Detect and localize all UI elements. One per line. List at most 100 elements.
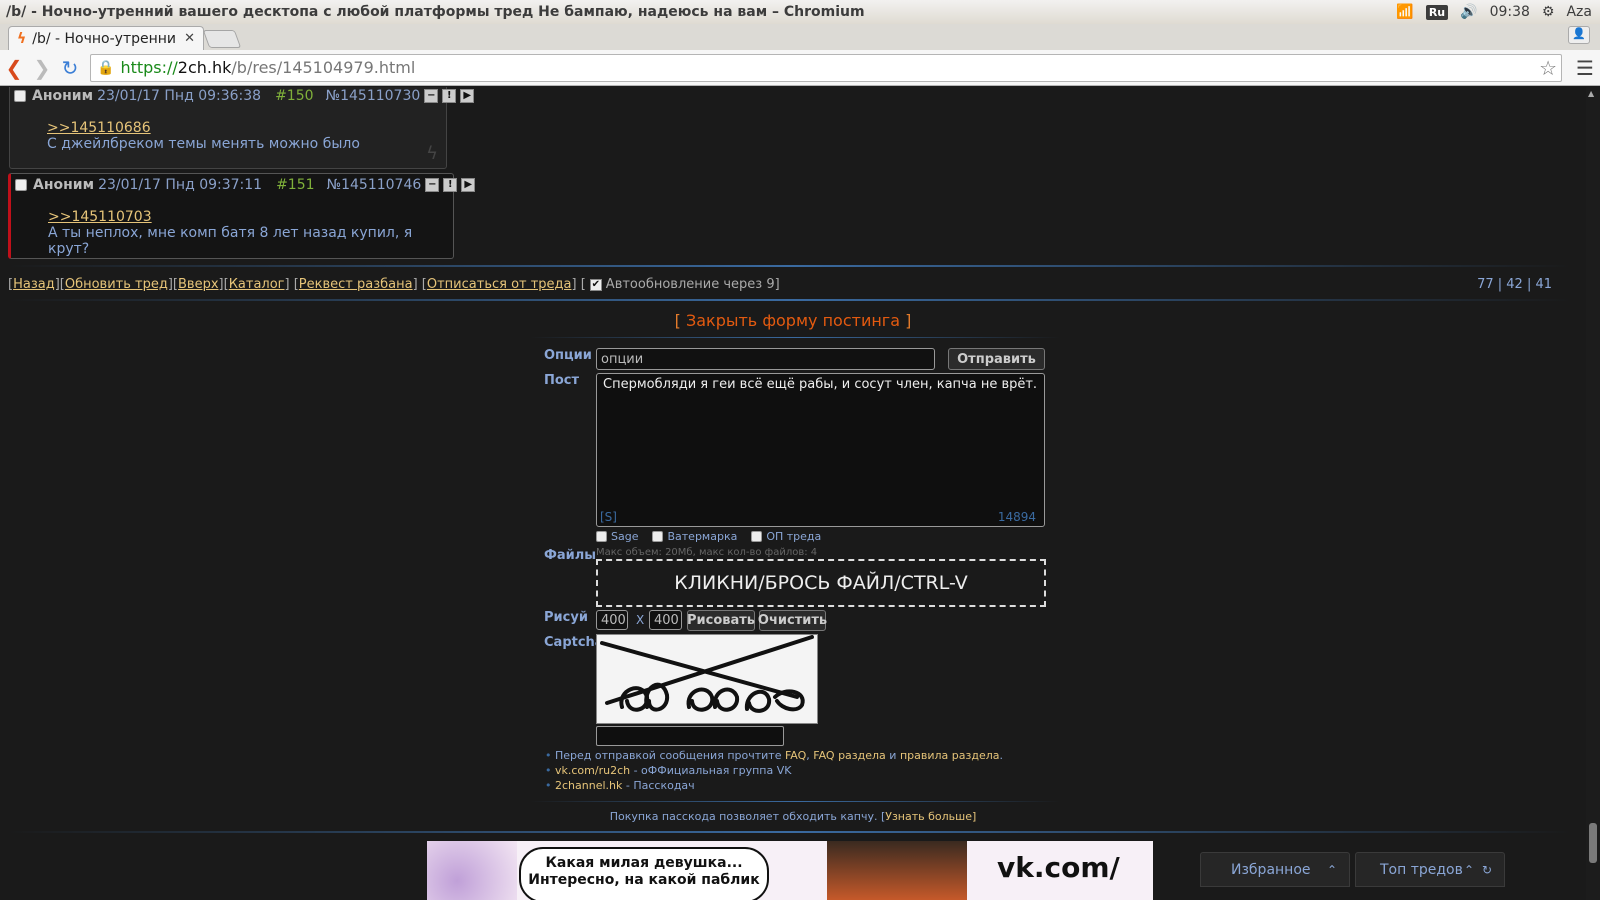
address-bar[interactable]: 🔒 https://2ch.hk/b/res/145104979.html ☆ [90,53,1562,82]
page-scrollbar[interactable]: ▲ [1586,87,1600,900]
captcha-image[interactable] [596,634,818,724]
new-tab-button[interactable] [202,30,242,48]
divider [8,299,1572,301]
banner-art [427,841,517,900]
divider [8,831,1572,833]
report-post-icon[interactable]: ! [442,89,457,103]
submit-button[interactable]: Отправить [948,348,1045,370]
post-textarea[interactable]: Спермобляди я геи всё ещё рабы, и сосут … [596,373,1045,527]
2channel-link[interactable]: 2channel.hk [555,779,622,792]
scroll-thumb[interactable] [1589,823,1597,863]
vk-line: • vk.com/ru2ch - оФФициальная группа VK [545,764,792,777]
page-content: Аноним 23/01/17 Пнд 09:36:38 #150 №14511… [0,87,1586,900]
catalog-link[interactable]: Каталог [229,277,285,292]
window-title: /b/ - Ночно-утренний вашего десктопа с л… [6,4,865,20]
top-threads-button[interactable]: Топ тредов ⌃ ↻ [1355,852,1505,887]
profile-icon[interactable]: 👤 [1568,26,1590,44]
post-label: Пост [544,373,580,388]
passcode-note: Покупка пасскода позволяет обходить капч… [609,810,977,823]
post-text: С джейлбреком темы менять можно было [47,136,360,152]
update-thread-link[interactable]: Обновить тред [65,277,168,292]
favicon-icon: ϟ [17,30,27,47]
reload-icon[interactable]: ↻ [56,56,84,80]
lightning-icon: ϟ [426,143,438,164]
post-checkbox[interactable] [14,90,26,102]
reply-link[interactable]: >>145110703 [48,209,453,225]
refresh-icon[interactable]: ↻ [1482,863,1492,877]
post-checkbox[interactable] [15,179,27,191]
draw-width-input[interactable]: 400 [596,610,628,630]
autoupdate-checkbox[interactable]: ✔ [589,278,602,291]
forward-arrow-icon[interactable]: ❯ [28,56,56,80]
post-header: Аноним 23/01/17 Пнд 09:36:38 #150 №14511… [14,88,475,104]
favorites-button[interactable]: Избранное ⌃ [1200,852,1350,887]
post-author: Аноним [33,177,95,193]
watermark-checkbox[interactable] [652,531,664,542]
browser-tab[interactable]: ϟ /b/ - Ночно-утренни ✕ [8,26,204,50]
post-header: Аноним 23/01/17 Пнд 09:37:11 #151 №14511… [15,177,476,193]
divider [530,337,1060,338]
spoiler-tag-button[interactable]: [S] [600,510,617,524]
unban-request-link[interactable]: Реквест разбана [299,277,413,292]
captcha-input[interactable] [596,726,784,746]
ad-banner[interactable]: Какая милая девушка... Интересно, на как… [427,841,1153,900]
tab-strip: ϟ /b/ - Ночно-утренни ✕ 👤 [0,24,1600,50]
draw-button[interactable]: Рисовать [687,610,755,631]
keyboard-layout[interactable]: Ru [1425,4,1449,20]
back-arrow-icon[interactable]: ❮ [0,56,28,80]
files-label: Файлы [544,548,597,563]
board-faq-link[interactable]: FAQ раздела [813,749,886,762]
captcha-label: Captcha [544,635,604,650]
bookmark-star-icon[interactable]: ☆ [1539,56,1561,80]
report-post-icon[interactable]: ! [443,178,458,192]
close-form-toggle[interactable]: [ Закрыть форму постинга ] [0,311,1586,330]
post-id[interactable]: №145110746 [327,177,422,193]
post: Аноним 23/01/17 Пнд 09:37:11 #151 №14511… [8,173,476,259]
divider [530,801,1060,802]
user-name[interactable]: Aza [1566,4,1592,20]
file-dropzone[interactable]: КЛИКНИ/БРОСЬ ФАЙЛ/CTRL-V [596,559,1046,607]
chevron-up-icon[interactable]: ⌃ [1464,863,1474,877]
autoupdate-label: Автообновление через 9 [605,277,775,292]
captcha-drawing [600,635,814,713]
learn-more-link[interactable]: Узнать больше [885,810,972,823]
board-rules-link[interactable]: правила раздела [900,749,1000,762]
reply-link[interactable]: >>145110686 [47,120,360,136]
clock[interactable]: 09:38 [1490,4,1530,20]
up-link[interactable]: Вверх [178,277,219,292]
hide-post-icon[interactable]: − [425,178,440,192]
hide-post-icon[interactable]: − [424,89,439,103]
draw-x-label: X [636,613,645,627]
hamburger-menu-icon[interactable]: ☰ [1570,56,1600,80]
thread-nav: [Назад][Обновить тред][Вверх][Каталог] [… [8,277,780,292]
url-text[interactable]: https://2ch.hk/b/res/145104979.html [120,58,1539,77]
post-body: >>145110703 А ты неплох, мне комп батя 8… [48,209,453,257]
clear-button[interactable]: Очистить [758,610,827,631]
sage-checkbox[interactable] [596,531,607,542]
draw-label: Рисуй [544,610,588,625]
post-number: #151 [276,177,315,193]
close-tab-icon[interactable]: ✕ [184,31,195,46]
settings-gear-icon[interactable]: ⚙ [1542,4,1555,20]
options-input[interactable]: опции [596,348,935,370]
post: Аноним 23/01/17 Пнд 09:36:38 #150 №14511… [9,87,475,169]
op-checkbox[interactable] [751,531,763,542]
thread-stats: 77 | 42 | 41 [1477,277,1552,292]
chevron-up-icon[interactable]: ⌃ [1327,863,1337,877]
faq-link[interactable]: FAQ [785,749,806,762]
volume-icon[interactable]: 🔊 [1460,4,1477,20]
scroll-up-icon[interactable]: ▲ [1588,89,1594,98]
post-menu-icon[interactable]: ▶ [460,89,475,103]
post-id[interactable]: №145110730 [326,88,421,104]
post-body: >>145110686 С джейлбреком темы менять мо… [47,120,360,152]
draw-height-input[interactable]: 400 [649,610,682,630]
watermark-label: Ватермарка [667,530,738,543]
post-options: Sage Ватермарка ОП треда [596,530,829,543]
divider [8,265,1572,267]
post-menu-icon[interactable]: ▶ [461,178,476,192]
os-top-bar: /b/ - Ночно-утренний вашего десктопа с л… [0,0,1600,24]
unsubscribe-link[interactable]: Отписаться от треда [427,277,572,292]
vk-link[interactable]: vk.com/ru2ch [555,764,630,777]
back-link[interactable]: Назад [13,277,55,292]
wifi-icon[interactable]: 📶 [1396,4,1413,20]
